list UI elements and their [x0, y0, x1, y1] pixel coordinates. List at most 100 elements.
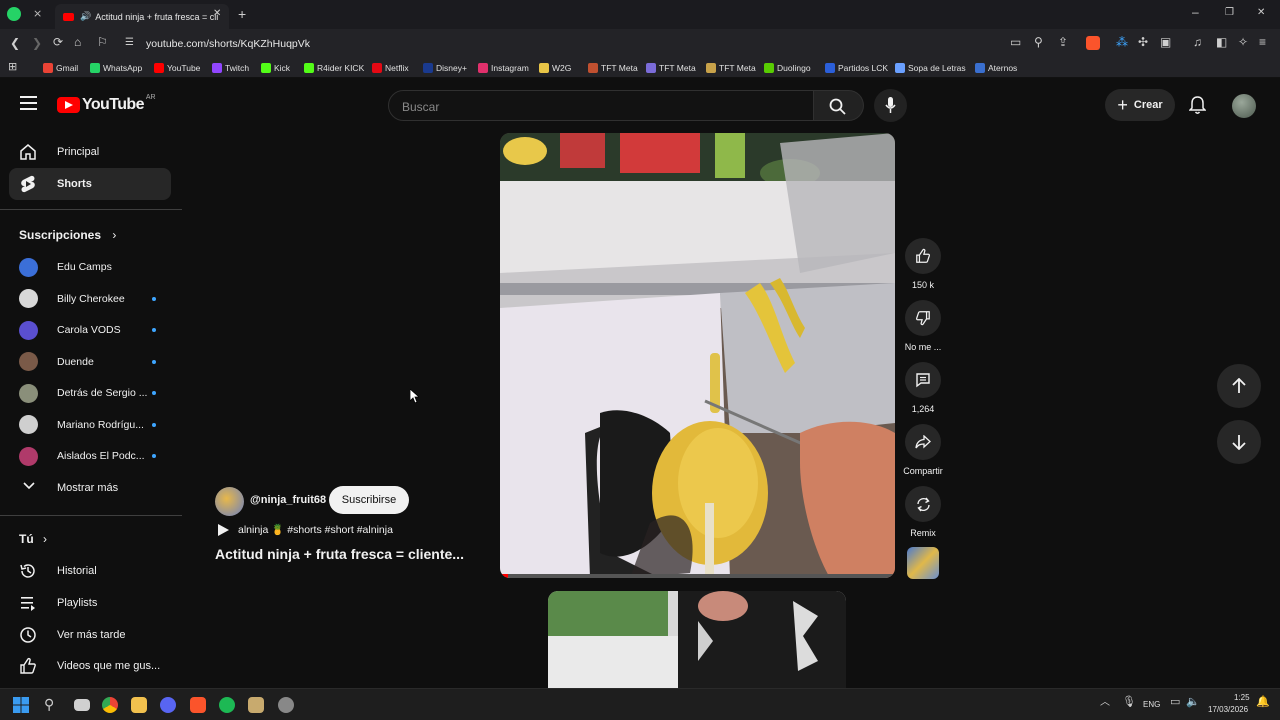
language-indicator[interactable]: ENG	[1143, 700, 1160, 709]
discord-icon[interactable]	[160, 697, 176, 713]
apps-grid-icon[interactable]: ⊞	[8, 62, 17, 73]
tab-search-icon[interactable]: ▣	[1160, 36, 1171, 48]
subscription-item[interactable]: Billy Cherokee	[19, 288, 169, 310]
network-icon[interactable]: ▭	[1170, 697, 1180, 708]
next-short-preview[interactable]	[548, 591, 846, 688]
zoom-icon[interactable]: ⚲	[1034, 36, 1043, 48]
next-short-button[interactable]	[1217, 420, 1261, 464]
close-window-icon[interactable]: ✕	[1257, 8, 1265, 18]
search-input[interactable]: Buscar	[388, 90, 814, 121]
home-icon[interactable]: ⌂	[74, 36, 81, 48]
youtube-logo[interactable]: YouTube AR	[57, 94, 156, 114]
bookmark-item[interactable]: Twitch	[212, 61, 249, 75]
like-button[interactable]	[905, 238, 941, 274]
sound-thumbnail[interactable]	[907, 547, 939, 579]
subscription-item[interactable]: Mariano Rodrígu...	[19, 414, 169, 436]
channel-avatar[interactable]	[215, 487, 244, 516]
restore-icon[interactable]: ❐	[1225, 8, 1234, 18]
bookmark-item[interactable]: Netflix	[372, 61, 409, 75]
bookmark-item[interactable]: Kick	[261, 61, 290, 75]
brave-icon[interactable]	[190, 697, 206, 713]
remix-button[interactable]	[905, 486, 941, 522]
bookmark-item[interactable]: TFT Meta	[646, 61, 696, 75]
subscriptions-header[interactable]: Suscripciones ›	[19, 228, 116, 242]
reload-icon[interactable]: ⟳	[53, 36, 63, 48]
app-icon[interactable]	[278, 697, 294, 713]
sidebar-item-liked-videos[interactable]: Videos que me gus...	[9, 650, 171, 682]
subscription-item[interactable]: Aislados El Podc...	[19, 445, 169, 467]
windows-start-icon[interactable]	[13, 697, 29, 713]
sidebar-icon[interactable]: ◧	[1216, 36, 1227, 48]
bookmark-item[interactable]: WhatsApp	[90, 61, 142, 75]
subscription-item[interactable]: Carola VODS	[19, 319, 169, 341]
sidebar-item-shorts[interactable]: Shorts	[9, 168, 171, 200]
tray-expand-icon[interactable]: ︿	[1100, 698, 1110, 708]
bookmark-item[interactable]: Instagram	[478, 61, 529, 75]
spotify-icon[interactable]	[219, 697, 235, 713]
media-icon[interactable]: ♫	[1193, 36, 1202, 48]
search-button[interactable]	[814, 90, 864, 121]
extensions-icon[interactable]: ✣	[1138, 36, 1148, 48]
hamburger-menu-icon[interactable]	[20, 96, 37, 110]
back-icon[interactable]: ❮	[10, 37, 20, 49]
whatsapp-pinned-tab-icon[interactable]	[7, 7, 21, 21]
bookmark-item[interactable]: Partidos LCK	[825, 61, 888, 75]
sidebar-item-playlists[interactable]: Playlists	[9, 587, 171, 619]
channel-name[interactable]: @ninja_fruit68	[250, 494, 326, 506]
new-tab-button[interactable]: +	[238, 7, 246, 21]
comments-button[interactable]	[905, 362, 941, 398]
address-bar[interactable]: ☰ youtube.com/shorts/KqKZhHuqpVk	[120, 33, 1000, 54]
share-button[interactable]	[905, 424, 941, 460]
forward-icon[interactable]: ❯	[32, 37, 42, 49]
minimize-icon[interactable]: –	[1192, 6, 1199, 18]
clock-time[interactable]: 1:25	[1234, 693, 1250, 702]
bookmark-item[interactable]: Sopa de Letras	[895, 61, 966, 75]
bookmark-item[interactable]: R4ider KICK	[304, 61, 364, 75]
bookmark-icon[interactable]: ⚐	[97, 36, 108, 48]
sidebar-item-watch-later[interactable]: Ver más tarde	[9, 619, 171, 651]
tab-close-icon[interactable]: ✕	[213, 9, 221, 19]
bookmark-item[interactable]: W2G	[539, 61, 571, 75]
voice-search-button[interactable]	[874, 89, 907, 122]
previous-short-button[interactable]	[1217, 364, 1261, 408]
sidebar-item-principal[interactable]: Principal	[9, 136, 171, 168]
dislike-button[interactable]	[905, 300, 941, 336]
hashtags-line[interactable]: alninja 🍍 #shorts #short #alninja	[238, 523, 393, 536]
show-more-button[interactable]: Mostrar más	[9, 472, 171, 504]
menu-icon[interactable]: ≡	[1259, 36, 1266, 48]
bookmark-item[interactable]: Aternos	[975, 61, 1017, 75]
you-header[interactable]: Tú ›	[19, 532, 47, 546]
taskbar-search-icon[interactable]: ⚲	[44, 697, 54, 711]
subscription-item[interactable]: Detrás de Sergio ...	[19, 382, 169, 404]
bookmark-item[interactable]: Duolingo	[764, 61, 811, 75]
leo-ai-icon[interactable]: ✧	[1238, 36, 1248, 48]
short-video-player[interactable]	[500, 133, 895, 578]
subscription-item[interactable]: Duende	[19, 351, 169, 373]
tray-microphone-icon[interactable]: 🎙	[1122, 697, 1136, 708]
site-info-icon[interactable]: ☰	[125, 37, 134, 48]
clock-date[interactable]: 17/03/2026	[1208, 705, 1248, 714]
task-view-icon[interactable]	[74, 699, 90, 711]
muted-pinned-tab-icon[interactable]: ⨯	[33, 7, 47, 21]
bookmark-item[interactable]: Disney+	[423, 61, 467, 75]
account-avatar[interactable]	[1232, 94, 1256, 118]
bookmark-item[interactable]: YouTube	[154, 61, 200, 75]
install-app-icon[interactable]: ▭	[1010, 36, 1021, 48]
bookmark-item[interactable]: TFT Meta	[706, 61, 756, 75]
bookmark-item[interactable]: Gmail	[43, 61, 78, 75]
subscription-item[interactable]: Edu Camps	[19, 256, 169, 278]
share-page-icon[interactable]: ⇪	[1058, 36, 1068, 48]
translate-icon[interactable]: ⁂	[1116, 36, 1128, 48]
chrome-icon[interactable]	[102, 697, 118, 713]
tab-active[interactable]: 🔊 Actitud ninja + fruta fresca = cli	[55, 4, 229, 29]
create-button[interactable]: + Crear	[1105, 89, 1175, 121]
sidebar-item-historial[interactable]: Historial	[9, 555, 171, 587]
bookmark-item[interactable]: TFT Meta	[588, 61, 638, 75]
league-icon[interactable]	[248, 697, 264, 713]
notifications-bell-icon[interactable]	[1189, 96, 1206, 115]
brave-shield-icon[interactable]	[1086, 36, 1100, 50]
file-explorer-icon[interactable]	[131, 697, 147, 713]
volume-icon[interactable]: 🔈	[1186, 697, 1200, 708]
notification-icon[interactable]: 🔔	[1256, 697, 1270, 708]
subscribe-button[interactable]: Suscribirse	[329, 486, 409, 514]
